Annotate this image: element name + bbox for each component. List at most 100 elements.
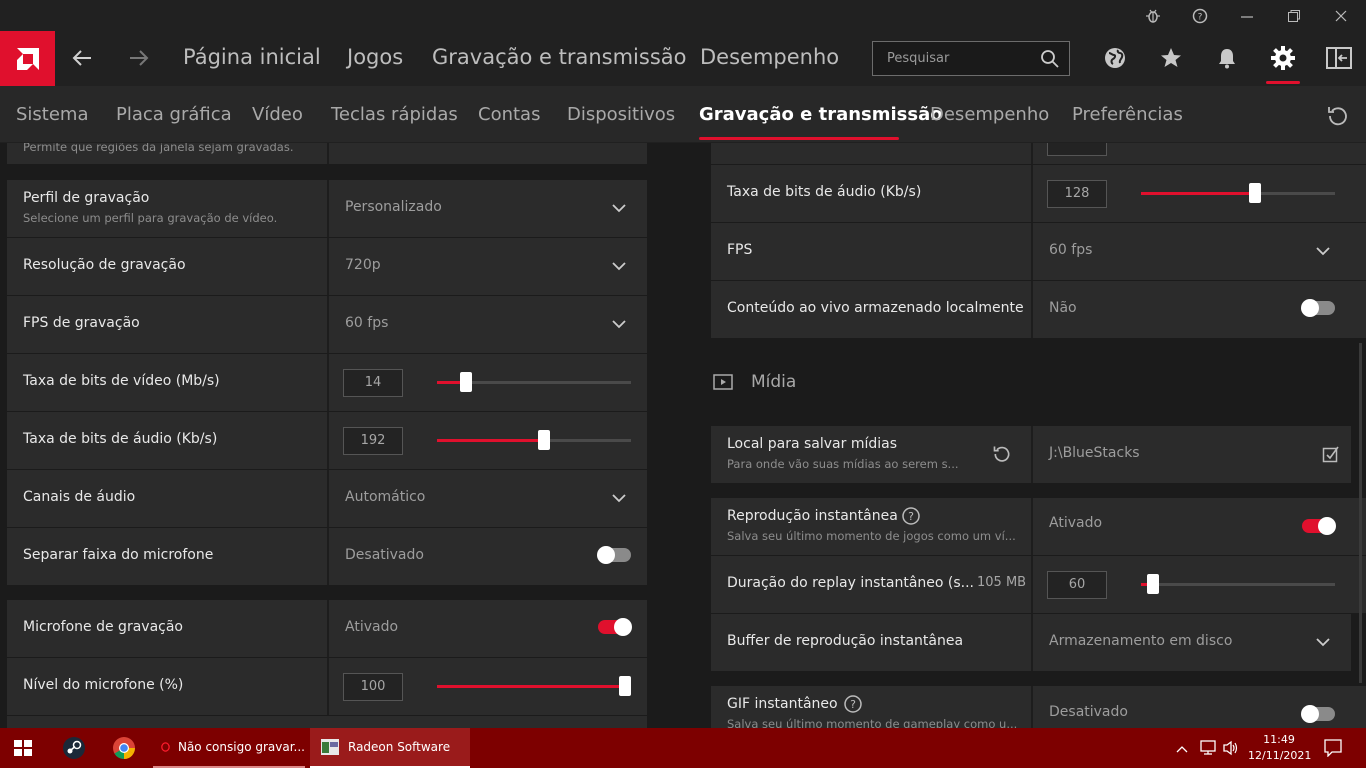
reset-icon[interactable] — [1326, 104, 1350, 128]
chevron-down-icon[interactable] — [611, 200, 627, 216]
partial-region-row: Permite que regiões da janela sejam grav… — [7, 143, 647, 164]
tray-chevron-up-icon[interactable] — [1176, 741, 1188, 760]
back-arrow-icon[interactable] — [67, 43, 97, 73]
notification-bell-icon[interactable] — [1213, 44, 1241, 72]
help-icon[interactable]: ? — [843, 694, 863, 714]
windows-start-icon[interactable] — [14, 740, 32, 756]
help-icon[interactable]: ? — [1187, 4, 1213, 28]
chevron-down-icon[interactable] — [611, 316, 627, 332]
mic-level-row: Nível do microfone (%) 100 — [7, 658, 647, 715]
title-bar: ? — [0, 0, 1366, 31]
recording-resolution-value[interactable]: 720p — [345, 257, 381, 273]
video-bitrate-input[interactable]: 14 — [343, 369, 403, 397]
svg-text:?: ? — [850, 698, 856, 711]
audio-bitrate-row: Taxa de bits de áudio (Kb/s) 192 — [7, 412, 647, 469]
search-icon[interactable] — [1040, 49, 1060, 69]
globe-icon[interactable] — [1101, 44, 1129, 72]
chevron-down-icon[interactable] — [611, 258, 627, 274]
nav-performance[interactable]: Desempenho — [700, 45, 839, 69]
search-box[interactable]: Pesquisar — [872, 41, 1070, 76]
right-fps-value[interactable]: 60 fps — [1049, 242, 1092, 258]
scrollbar[interactable] — [1359, 343, 1362, 683]
chevron-down-icon[interactable] — [611, 490, 627, 506]
close-icon[interactable] — [1328, 4, 1354, 28]
notification-center-icon[interactable] — [1324, 739, 1342, 761]
instant-replay-toggle[interactable] — [1302, 517, 1336, 535]
recording-fps-value[interactable]: 60 fps — [345, 315, 388, 331]
tab-devices[interactable]: Dispositivos — [567, 104, 675, 125]
chevron-down-icon[interactable] — [1315, 243, 1331, 259]
video-bitrate-slider[interactable] — [437, 372, 631, 392]
tab-accounts[interactable]: Contas — [478, 104, 540, 125]
network-icon[interactable] — [1199, 740, 1217, 760]
clock[interactable]: 11:49 12/11/2021 — [1248, 732, 1311, 764]
taskbar-app-opera[interactable]: Não consigo gravar... — [153, 728, 305, 768]
nav-recording-streaming[interactable]: Gravação e transmissão — [432, 45, 686, 69]
separate-mic-label: Separar faixa do microfone — [23, 547, 214, 563]
recording-resolution-row[interactable]: Resolução de gravação 720p — [7, 238, 647, 295]
mic-level-slider[interactable] — [437, 676, 631, 696]
tab-graphics[interactable]: Placa gráfica — [116, 104, 232, 125]
star-icon[interactable] — [1157, 44, 1185, 72]
reset-icon[interactable] — [992, 444, 1012, 464]
slider-knob[interactable] — [1146, 574, 1159, 594]
recording-mic-toggle[interactable] — [598, 618, 632, 636]
separate-mic-toggle[interactable] — [597, 546, 631, 564]
instant-gif-toggle[interactable] — [1301, 705, 1335, 723]
audio-bitrate-slider[interactable] — [437, 430, 631, 450]
right-audio-bitrate-input[interactable]: 128 — [1047, 180, 1107, 208]
audio-channels-row[interactable]: Canais de áudio Automático — [7, 470, 647, 527]
instant-gif-row: GIF instantâneo ? Salva seu último momen… — [711, 686, 1366, 728]
replay-buffer-label: Buffer de reprodução instantânea — [727, 633, 964, 649]
recording-resolution-label: Resolução de gravação — [23, 257, 186, 273]
recording-profile-row[interactable]: Perfil de gravação Selecione um perfil p… — [7, 180, 647, 237]
slider-knob[interactable] — [1249, 183, 1262, 203]
steam-icon[interactable] — [62, 736, 86, 760]
separate-mic-row: Separar faixa do microfone Desativado — [7, 528, 647, 585]
chrome-icon[interactable] — [112, 736, 136, 760]
toggle-knob — [614, 618, 632, 636]
search-placeholder: Pesquisar — [887, 51, 950, 66]
tab-preferences[interactable]: Preferências — [1072, 104, 1183, 125]
taskbar-app-radeon[interactable]: Radeon Software — [310, 728, 470, 768]
replay-duration-label: Duração do replay instantâneo (s... — [727, 575, 975, 591]
nav-home[interactable]: Página inicial — [183, 45, 321, 69]
tab-performance[interactable]: Desempenho — [930, 104, 1049, 125]
tab-video[interactable]: Vídeo — [252, 104, 303, 125]
forward-arrow-icon[interactable] — [124, 43, 154, 73]
replay-duration-slider[interactable] — [1141, 574, 1335, 594]
slider-knob[interactable] — [460, 372, 473, 392]
radeon-window-icon — [321, 739, 339, 755]
tab-hotkeys[interactable]: Teclas rápidas — [331, 104, 458, 125]
recording-profile-value[interactable]: Personalizado — [345, 199, 442, 215]
row-divider — [327, 528, 329, 585]
minimize-icon[interactable] — [1234, 4, 1260, 28]
bug-report-icon[interactable] — [1140, 4, 1166, 28]
edit-folder-icon[interactable] — [1322, 445, 1340, 463]
audio-channels-value[interactable]: Automático — [345, 489, 425, 505]
local-content-toggle[interactable] — [1301, 299, 1335, 317]
recording-fps-row[interactable]: FPS de gravação 60 fps — [7, 296, 647, 353]
settings-tabs: Sistema Placa gráfica Vídeo Teclas rápid… — [0, 86, 1366, 143]
row-divider — [327, 658, 329, 715]
slider-knob[interactable] — [537, 430, 550, 450]
sidebar-toggle-icon[interactable] — [1325, 44, 1353, 72]
video-bitrate-label: Taxa de bits de vídeo (Mb/s) — [23, 373, 220, 389]
amd-logo[interactable] — [0, 31, 55, 86]
replay-buffer-value[interactable]: Armazenamento em disco — [1049, 633, 1232, 649]
mic-level-input[interactable]: 100 — [343, 673, 403, 701]
restore-icon[interactable] — [1281, 4, 1307, 28]
replay-buffer-row[interactable]: Buffer de reprodução instantânea Armazen… — [711, 614, 1351, 671]
tab-system[interactable]: Sistema — [16, 104, 89, 125]
audio-bitrate-input[interactable]: 192 — [343, 427, 403, 455]
tab-recording-streaming[interactable]: Gravação e transmissão — [699, 104, 943, 125]
settings-gear-icon[interactable] — [1269, 44, 1297, 72]
slider-knob[interactable] — [619, 676, 631, 696]
replay-duration-input[interactable]: 60 — [1047, 571, 1107, 599]
chevron-down-icon[interactable] — [1315, 634, 1331, 650]
volume-icon[interactable] — [1222, 740, 1240, 760]
right-audio-bitrate-slider[interactable] — [1141, 183, 1335, 203]
nav-games[interactable]: Jogos — [347, 45, 403, 69]
help-icon[interactable]: ? — [901, 506, 921, 526]
right-fps-row[interactable]: FPS 60 fps — [711, 223, 1366, 280]
